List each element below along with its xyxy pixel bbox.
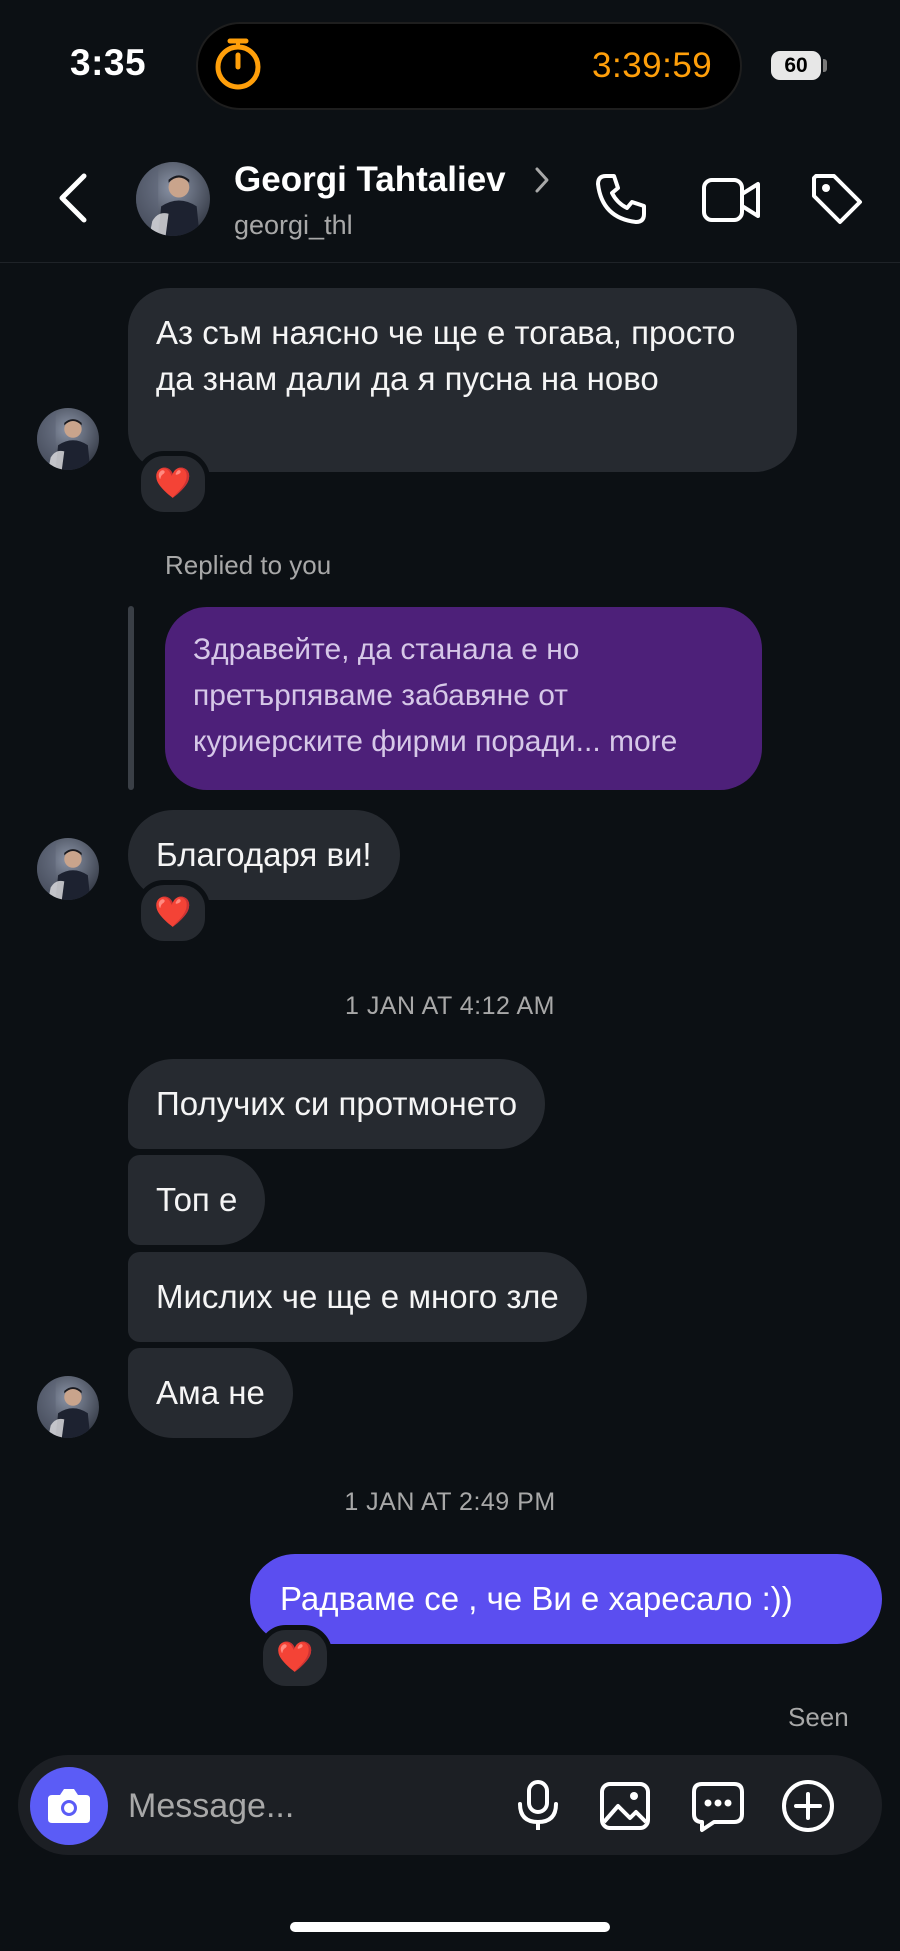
camera-button[interactable] <box>30 1767 108 1845</box>
stopwatch-icon <box>215 38 261 90</box>
header-avatar[interactable] <box>136 162 210 236</box>
contact-name[interactable]: Georgi Tahtaliev <box>234 160 506 200</box>
battery-tip <box>823 59 827 72</box>
date-separator: 1 JAN AT 4:12 AM <box>345 992 555 1020</box>
date-separator: 1 JAN AT 2:49 PM <box>344 1488 556 1516</box>
chevron-right-icon[interactable] <box>534 166 550 194</box>
message-bubble-outgoing[interactable]: Радваме се , че Ви е харесало :)) <box>250 1554 882 1644</box>
replied-to-label: Replied to you <box>165 550 332 580</box>
tag-icon[interactable] <box>808 170 866 228</box>
message-bubble[interactable]: Ама не <box>128 1348 293 1438</box>
message-bubble[interactable]: Мислих че ще е много зле <box>128 1252 587 1342</box>
microphone-icon[interactable] <box>514 1778 562 1834</box>
seen-status: Seen <box>788 1702 849 1732</box>
contact-username[interactable]: georgi_thl <box>234 210 353 241</box>
timer-readout: 3:39:59 <box>592 46 713 85</box>
video-camera-icon[interactable] <box>700 174 762 226</box>
chat-bubble-icon[interactable] <box>690 1778 746 1834</box>
camera-icon <box>48 1789 90 1823</box>
sender-avatar[interactable] <box>37 1376 99 1438</box>
message-input[interactable] <box>128 1782 488 1830</box>
back-button[interactable] <box>50 170 96 226</box>
sender-avatar[interactable] <box>37 408 99 470</box>
heart-reaction[interactable]: ❤️ <box>258 1625 332 1691</box>
plus-circle-icon[interactable] <box>780 1778 836 1834</box>
battery-indicator: 60 <box>771 51 821 80</box>
header-divider <box>0 262 900 263</box>
heart-reaction[interactable]: ❤️ <box>136 880 210 946</box>
message-bubble[interactable]: Аз съм наясно че ще е тогава, просто да … <box>128 288 797 472</box>
reply-indicator-bar <box>128 606 134 790</box>
home-indicator[interactable] <box>290 1922 610 1932</box>
message-bubble[interactable]: Топ е <box>128 1155 266 1245</box>
message-bubble[interactable]: Получих си протмонето <box>128 1059 546 1149</box>
quoted-message[interactable]: Здравейте, да станала е но претърпяваме … <box>165 607 762 790</box>
image-icon[interactable] <box>598 1780 652 1832</box>
sender-avatar[interactable] <box>37 838 99 900</box>
phone-icon[interactable] <box>592 170 650 228</box>
status-time: 3:35 <box>70 42 147 83</box>
heart-reaction[interactable]: ❤️ <box>136 451 210 517</box>
